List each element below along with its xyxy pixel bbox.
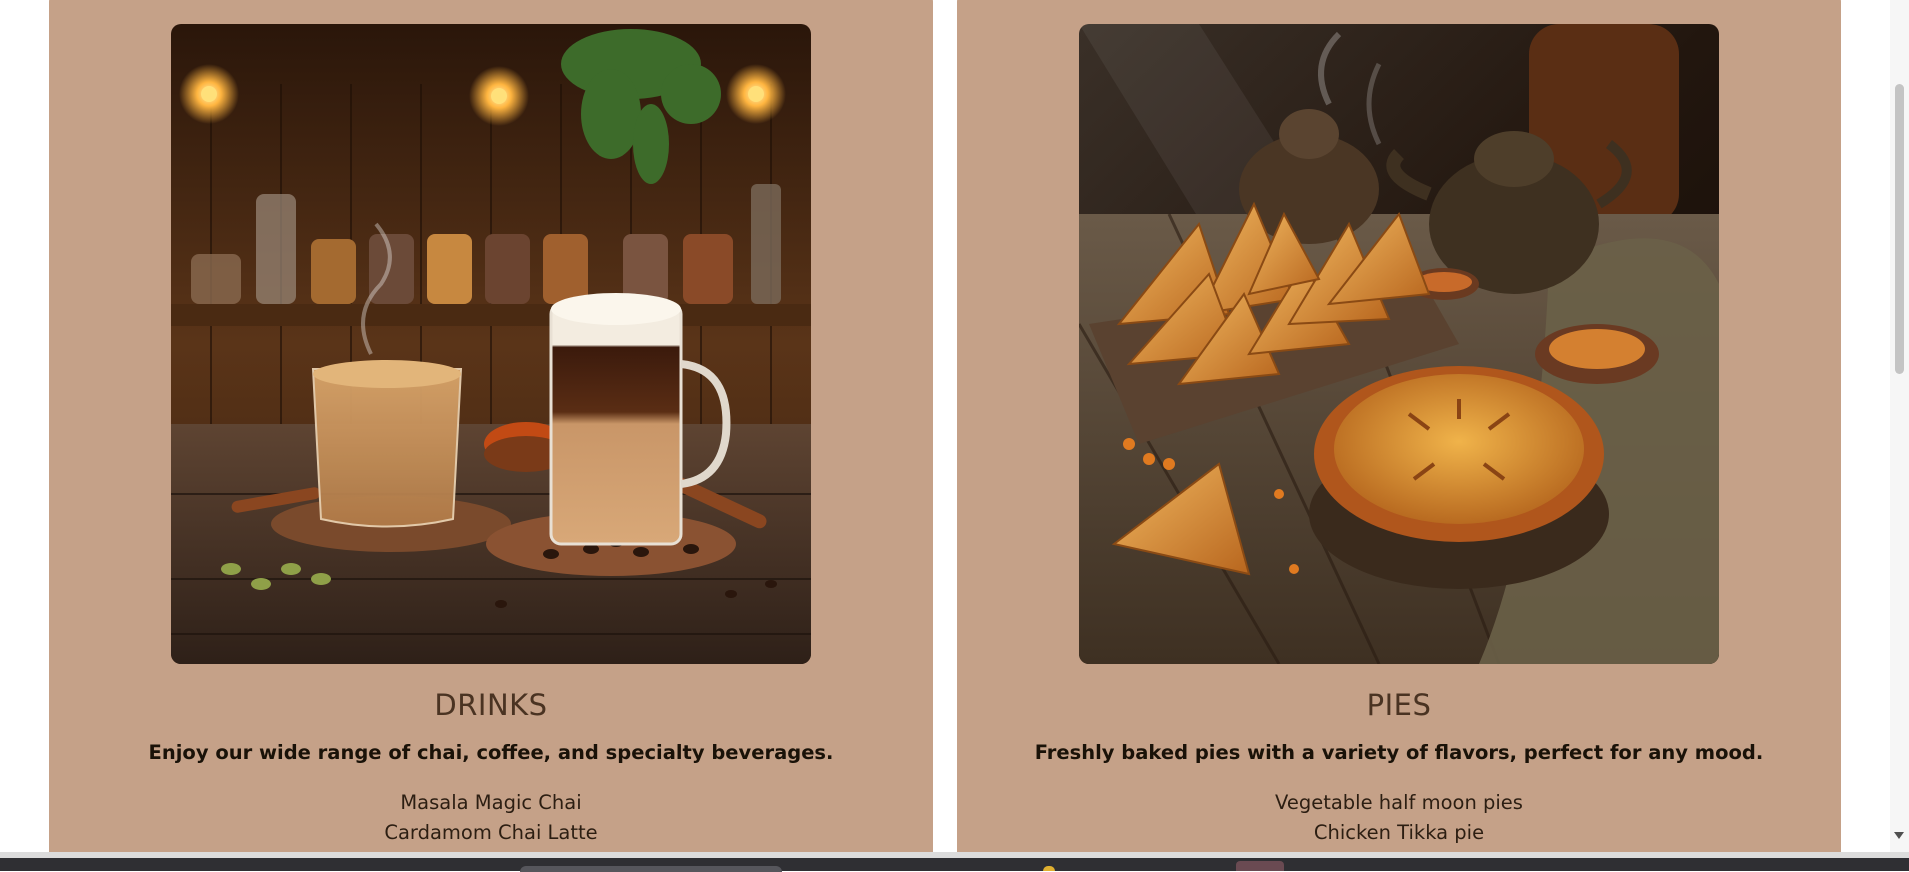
card-title: DRINKS xyxy=(434,688,548,722)
card-description: Enjoy our wide range of chai, coffee, an… xyxy=(148,741,834,764)
menu-item-list: Masala Magic Chai Cardamom Chai Latte xyxy=(49,788,933,848)
scroll-down-arrow-icon[interactable] xyxy=(1894,832,1904,839)
card-title: PIES xyxy=(1366,688,1432,722)
menu-item-list: Vegetable half moon pies Chicken Tikka p… xyxy=(957,788,1841,848)
menu-item: Chicken Tikka pie xyxy=(1313,821,1485,844)
menu-item: Masala Magic Chai xyxy=(400,791,582,814)
menu-card-pies[interactable]: PIES Freshly baked pies with a variety o… xyxy=(957,0,1841,852)
scrollbar-thumb[interactable] xyxy=(1895,84,1904,374)
taskbar xyxy=(0,858,1909,871)
drinks-photo xyxy=(171,24,811,664)
pies-photo xyxy=(1079,24,1719,664)
taskbar-search[interactable] xyxy=(520,866,782,872)
taskbar-app-icon[interactable] xyxy=(1236,861,1284,871)
vertical-scrollbar[interactable] xyxy=(1890,0,1909,852)
menu-item: Cardamom Chai Latte xyxy=(384,821,598,844)
page-viewport: DRINKS Enjoy our wide range of chai, cof… xyxy=(0,0,1890,852)
menu-item: Vegetable half moon pies xyxy=(1275,791,1523,814)
menu-card-drinks[interactable]: DRINKS Enjoy our wide range of chai, cof… xyxy=(49,0,933,852)
card-description: Freshly baked pies with a variety of fla… xyxy=(1034,741,1764,764)
taskbar-app-icon[interactable] xyxy=(1043,866,1055,871)
